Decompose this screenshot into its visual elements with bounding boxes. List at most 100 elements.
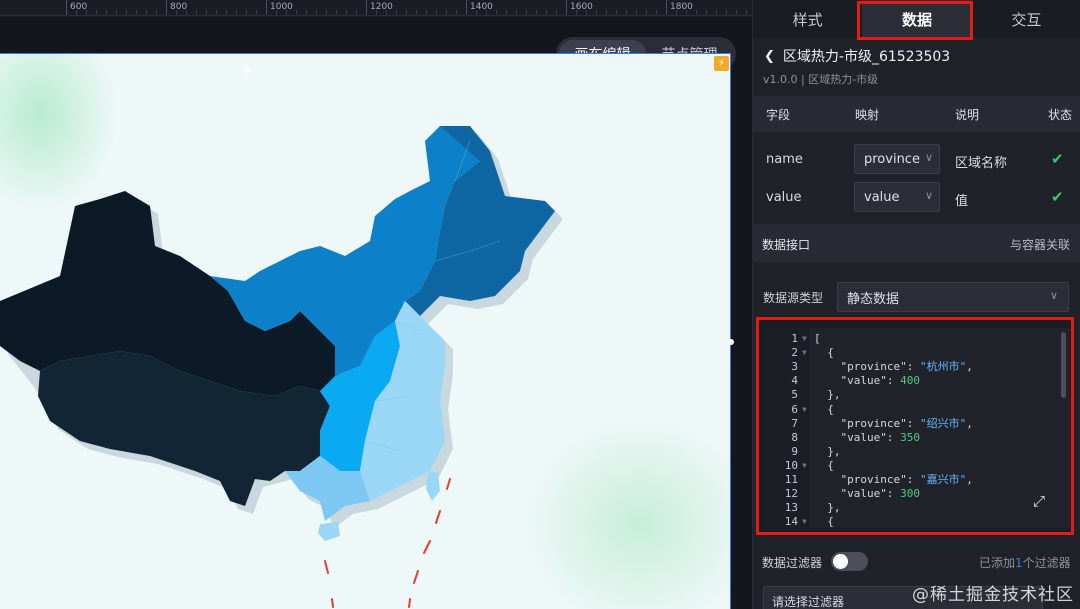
ruler-minor-tick xyxy=(526,10,527,15)
header-description: 说明 xyxy=(955,107,980,122)
ruler-minor-tick xyxy=(306,10,307,15)
ruler-minor-tick xyxy=(386,10,387,15)
ruler-minor-tick xyxy=(556,10,557,15)
ruler-major-tick xyxy=(466,0,467,15)
header-mapping: 映射 xyxy=(855,107,880,122)
container-link-button[interactable]: 与容器关联 xyxy=(1010,236,1070,253)
ruler-major-tick xyxy=(66,0,67,15)
line-number: 4 xyxy=(791,374,798,388)
ruler-label: 1400 xyxy=(470,2,493,12)
ruler-minor-tick xyxy=(226,10,227,15)
map-stage[interactable] xyxy=(0,53,731,609)
code-text: }, xyxy=(814,501,841,515)
code-line: 14 ▼ { xyxy=(764,515,1070,528)
ruler-minor-tick xyxy=(196,10,197,15)
ruler-minor-tick xyxy=(536,10,537,15)
filter-label: 数据过滤器 xyxy=(762,556,823,570)
filter-toggle[interactable] xyxy=(831,552,868,571)
horizontal-ruler: 600 800 1000 1200 1400 1600 1800 xyxy=(0,0,752,16)
json-code-editor[interactable]: 1 ▼[2 ▼ {3 "province": "杭州市", 4 "value": 40… xyxy=(764,328,1070,528)
mapping-select-name[interactable]: province ∨ xyxy=(854,144,940,174)
ruler-minor-tick xyxy=(106,10,107,15)
line-number: 13 xyxy=(784,501,798,515)
data-interface-label: 数据接口 xyxy=(762,238,811,252)
code-line: 10 ▼ { xyxy=(764,459,1070,473)
datasource-type-value: 静态数据 xyxy=(847,291,900,307)
code-text: { xyxy=(814,515,834,528)
line-number: 9 xyxy=(791,444,798,458)
expand-icon[interactable]: ⤢ xyxy=(1033,492,1045,510)
ruler-minor-tick xyxy=(626,10,627,15)
tab-style[interactable]: 样式 xyxy=(753,0,862,38)
ruler-minor-tick xyxy=(606,10,607,15)
ruler-major-tick xyxy=(166,0,167,15)
code-line: 7 "province": "绍兴市", xyxy=(764,417,1070,431)
ruler-minor-tick xyxy=(346,10,347,15)
ruler-label: 1000 xyxy=(270,2,293,12)
ruler-minor-tick xyxy=(616,10,617,15)
lightning-icon[interactable]: ⚡ xyxy=(714,56,729,71)
ruler-minor-tick xyxy=(336,10,337,15)
ruler-minor-tick xyxy=(246,10,247,15)
fold-icon[interactable]: ▼ xyxy=(802,459,807,473)
ruler-major-tick xyxy=(366,0,367,15)
ruler-minor-tick xyxy=(456,10,457,15)
back-chevron-icon[interactable]: ❮ xyxy=(764,49,775,64)
mapping-select-value[interactable]: value ∨ xyxy=(854,182,940,212)
ruler-minor-tick xyxy=(256,10,257,15)
mapping-value: province xyxy=(864,151,920,167)
fold-icon[interactable]: ▼ xyxy=(802,346,807,360)
ruler-minor-tick xyxy=(356,10,357,15)
line-number: 1 xyxy=(791,332,798,345)
ruler-minor-tick xyxy=(206,10,207,15)
tab-interaction[interactable]: 交互 xyxy=(972,0,1080,38)
code-text: [ xyxy=(814,332,821,345)
line-number: 14 xyxy=(784,515,798,528)
field-row-name: name province ∨ 区域名称 ✔ xyxy=(752,141,1080,177)
ruler-minor-tick xyxy=(416,10,417,15)
ruler-minor-tick xyxy=(496,10,497,15)
ruler-minor-tick xyxy=(686,10,687,15)
field-name: value xyxy=(766,190,802,205)
line-number: 6 xyxy=(791,402,798,416)
ruler-minor-tick xyxy=(596,10,597,15)
china-heatmap xyxy=(0,126,563,608)
ruler-minor-tick xyxy=(376,10,377,15)
ruler-minor-tick xyxy=(296,10,297,15)
ruler-minor-tick xyxy=(86,10,87,15)
data-filter-row: 数据过滤器 已添加1个过滤器 xyxy=(752,548,1080,578)
line-number: 7 xyxy=(791,416,798,430)
code-text: "value": 400 xyxy=(814,374,920,388)
ruler-major-tick xyxy=(666,0,667,15)
ruler-minor-tick xyxy=(546,10,547,15)
resize-handle-right[interactable] xyxy=(728,339,734,345)
code-text: "province": "绍兴市", xyxy=(814,416,973,430)
ruler-minor-tick xyxy=(286,10,287,15)
highlight-box-data-tab xyxy=(857,1,973,40)
ruler-minor-tick xyxy=(716,10,717,15)
ruler-minor-tick xyxy=(436,10,437,15)
check-icon: ✔ xyxy=(1051,150,1064,168)
resize-handle-top[interactable] xyxy=(244,67,250,73)
ruler-minor-tick xyxy=(396,10,397,15)
ruler-minor-tick xyxy=(146,10,147,15)
code-text: "province": "杭州市", xyxy=(814,360,973,374)
ruler-minor-tick xyxy=(506,10,507,15)
chevron-down-icon: ∨ xyxy=(924,151,933,164)
code-line: 6 ▼ { xyxy=(764,403,1070,417)
region-hainan xyxy=(318,522,340,541)
ruler-minor-tick xyxy=(646,10,647,15)
chevron-down-icon: ∨ xyxy=(1049,289,1058,302)
code-line: 13 }, xyxy=(764,501,1070,515)
fold-icon[interactable]: ▼ xyxy=(802,332,807,346)
code-line: 9 }, xyxy=(764,445,1070,459)
code-line: 12 "value": 300 xyxy=(764,487,1070,501)
line-number: 2 xyxy=(791,346,798,360)
ruler-minor-tick xyxy=(136,10,137,15)
ruler-minor-tick xyxy=(746,10,747,15)
datasource-type-select[interactable]: 静态数据 ∨ xyxy=(837,282,1069,312)
fold-icon[interactable]: ▼ xyxy=(802,403,807,417)
ruler-minor-tick xyxy=(516,10,517,15)
fold-icon[interactable]: ▼ xyxy=(802,515,807,528)
ruler-label: 1600 xyxy=(570,2,593,12)
